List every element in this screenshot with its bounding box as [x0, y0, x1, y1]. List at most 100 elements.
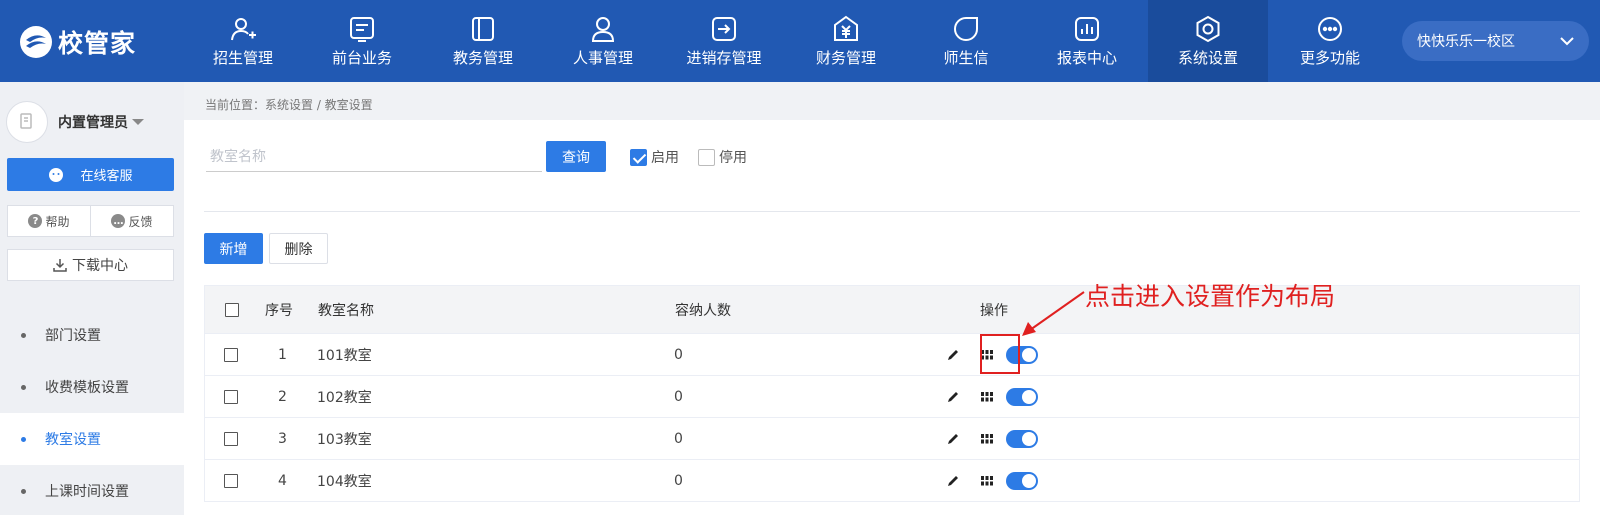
help-button[interactable]: ? 帮助 [8, 206, 90, 236]
brand-logo[interactable]: 校管家 [18, 24, 136, 60]
row-name: 104教室 [317, 473, 372, 490]
top-nav-bar: 校管家 招生管理 前台业务 教务管理 人事管理 进销存管理 财务管理 师生信 报… [0, 0, 1600, 82]
disabled-checkbox[interactable] [698, 148, 715, 166]
breadcrumb: 当前位置：系统设置 / 教室设置 [205, 98, 373, 112]
question-icon: ? [28, 214, 43, 228]
user-menu[interactable]: 内置管理员 [6, 100, 176, 144]
nav-item-reports[interactable]: 报表中心 [1027, 0, 1147, 82]
feedback-button[interactable]: … 反馈 [90, 206, 173, 236]
divider [204, 211, 1580, 212]
message-icon [954, 16, 978, 41]
brand-name: 校管家 [58, 29, 137, 58]
finance-icon [834, 15, 858, 41]
enabled-checkbox[interactable] [630, 148, 647, 166]
edit-icon[interactable] [945, 431, 961, 447]
enabled-filter[interactable]: 启用 [630, 147, 679, 167]
row-index: 4 [278, 472, 287, 489]
nav-item-reception[interactable]: 前台业务 [302, 0, 422, 82]
online-service-button[interactable]: 在线客服 [7, 158, 174, 191]
nav-item-recruitment[interactable]: 招生管理 [183, 0, 303, 82]
main-content: 查询 启用 停用 新增 删除 序号 教室名称 容纳人数 操作 1 101教室 0 [184, 120, 1600, 515]
row-name: 103教室 [317, 431, 372, 448]
download-center-button[interactable]: 下载中心 [7, 249, 174, 281]
chat-icon [49, 167, 64, 182]
row-checkbox[interactable] [224, 389, 238, 404]
edit-icon[interactable] [945, 347, 961, 363]
caret-down-icon [132, 119, 144, 125]
nav-item-hr[interactable]: 人事管理 [543, 0, 663, 82]
campus-selector[interactable]: 快快乐乐一校区 [1402, 21, 1589, 61]
avatar [6, 101, 48, 143]
campus-name: 快快乐乐一校区 [1417, 34, 1515, 50]
classroom-name-input[interactable] [206, 142, 542, 172]
table-row: 4 104教室 0 [204, 460, 1580, 502]
row-capacity: 0 [674, 388, 683, 405]
row-name: 102教室 [317, 389, 372, 406]
edit-icon[interactable] [945, 389, 961, 405]
row-index: 2 [278, 388, 287, 405]
layout-grid-icon[interactable] [979, 389, 995, 405]
help-feedback-row: ? 帮助 … 反馈 [7, 205, 174, 237]
avatar-icon [20, 113, 32, 129]
edit-icon[interactable] [945, 473, 961, 489]
book-icon [472, 16, 494, 41]
bullet-icon [21, 384, 26, 390]
sidebar-item-class-times[interactable]: 上课时间设置 [0, 465, 184, 515]
row-checkbox[interactable] [224, 473, 238, 488]
bullet-icon [21, 436, 26, 442]
classroom-table: 序号 教室名称 容纳人数 操作 1 101教室 0 2 102教室 0 3 10… [204, 285, 1580, 502]
report-icon [1075, 16, 1099, 41]
annotation-text: 点击进入设置作为布局 [1085, 282, 1336, 311]
row-index: 1 [278, 346, 287, 363]
download-icon [53, 259, 67, 272]
logo-icon [20, 26, 52, 58]
feedback-icon: … [111, 214, 126, 228]
table-row: 1 101教室 0 [204, 334, 1580, 376]
row-index: 3 [278, 430, 287, 447]
table-row: 3 103教室 0 [204, 418, 1580, 460]
user-add-icon [231, 17, 256, 40]
disabled-filter[interactable]: 停用 [698, 147, 747, 167]
enable-toggle[interactable] [1006, 471, 1038, 490]
row-name: 101教室 [317, 347, 372, 364]
table-row: 2 102教室 0 [204, 376, 1580, 418]
header-index: 序号 [265, 302, 293, 319]
nav-item-inventory[interactable]: 进销存管理 [664, 0, 784, 82]
more-icon [1318, 16, 1342, 41]
enable-toggle[interactable] [1006, 429, 1038, 448]
chevron-down-icon [1560, 37, 1574, 46]
row-capacity: 0 [674, 346, 683, 363]
nav-item-finance[interactable]: 财务管理 [786, 0, 906, 82]
select-all-checkbox[interactable] [225, 302, 239, 317]
layout-grid-icon[interactable] [979, 473, 995, 489]
row-checkbox[interactable] [224, 431, 238, 446]
sidebar-item-fee-templates[interactable]: 收费模板设置 [0, 361, 184, 413]
nav-item-more[interactable]: 更多功能 [1270, 0, 1390, 82]
query-button[interactable]: 查询 [546, 141, 606, 172]
delete-button[interactable]: 删除 [269, 233, 328, 264]
row-checkbox[interactable] [224, 347, 238, 362]
layout-grid-icon[interactable] [979, 431, 995, 447]
sidebar-item-classrooms[interactable]: 教室设置 [0, 413, 184, 465]
reception-icon [350, 16, 374, 42]
enable-toggle[interactable] [1006, 387, 1038, 406]
person-icon [591, 16, 615, 42]
row-capacity: 0 [674, 430, 683, 447]
add-button[interactable]: 新增 [204, 233, 263, 264]
header-capacity: 容纳人数 [675, 302, 731, 319]
nav-item-settings[interactable]: 系统设置 [1148, 0, 1268, 82]
sidebar-item-departments[interactable]: 部门设置 [0, 309, 184, 361]
header-name: 教室名称 [318, 302, 374, 319]
bullet-icon [21, 488, 26, 494]
annotation-highlight-box [980, 334, 1020, 374]
user-name: 内置管理员 [58, 115, 128, 131]
table-header: 序号 教室名称 容纳人数 操作 [204, 285, 1580, 334]
settings-icon [1196, 15, 1220, 42]
nav-item-messages[interactable]: 师生信 [906, 0, 1026, 82]
row-capacity: 0 [674, 472, 683, 489]
bullet-icon [21, 332, 26, 338]
header-operations: 操作 [980, 302, 1008, 319]
annotation-arrow-icon [1022, 291, 1085, 336]
inventory-icon [712, 16, 736, 41]
nav-item-academic[interactable]: 教务管理 [423, 0, 543, 82]
